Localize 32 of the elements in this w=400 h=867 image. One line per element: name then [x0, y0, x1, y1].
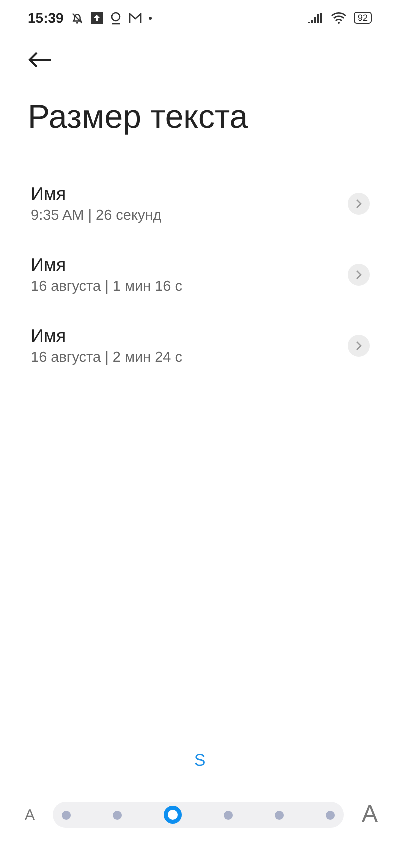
recording-item[interactable]: Имя 16 августа | 2 мин 24 с	[0, 310, 400, 381]
item-detail: 9:35 AM | 26 секунд	[31, 208, 163, 224]
chevron-icon	[348, 334, 370, 356]
signal-icon	[308, 12, 324, 24]
upload-icon	[90, 12, 103, 24]
size-slider[interactable]	[53, 802, 344, 828]
chevron-icon	[348, 192, 370, 214]
dot-icon	[148, 16, 152, 20]
slider-stop[interactable]	[113, 810, 122, 820]
item-name: Имя	[31, 254, 68, 276]
recording-item[interactable]: Имя 16 августа | 1 мин 16 с	[0, 239, 400, 310]
size-label: S	[194, 751, 206, 771]
chevron-icon	[348, 264, 370, 286]
slider-stop[interactable]	[274, 810, 284, 820]
status-time: 15:39	[28, 10, 64, 26]
mail-icon	[128, 12, 142, 24]
slider-stop[interactable]	[224, 810, 233, 820]
small-text-label: A	[25, 806, 36, 824]
page-title: Размер текста	[28, 98, 250, 136]
large-text-label: A	[362, 801, 378, 829]
slider-thumb[interactable]	[164, 806, 182, 824]
item-detail: 16 августа | 1 мин 16 с	[31, 278, 184, 294]
item-name: Имя	[31, 326, 68, 346]
battery-indicator: 92	[354, 12, 372, 24]
recording-item[interactable]: Имя 9:35 AM | 26 секунд	[0, 168, 400, 239]
slider-stop[interactable]	[326, 810, 335, 820]
pin-icon	[110, 12, 122, 24]
muted-bell-icon	[70, 12, 84, 24]
item-name: Имя	[31, 184, 68, 204]
wifi-icon	[330, 12, 347, 24]
item-detail: 16 августа | 2 мин 24 с	[31, 350, 184, 366]
slider-stop[interactable]	[62, 810, 72, 820]
